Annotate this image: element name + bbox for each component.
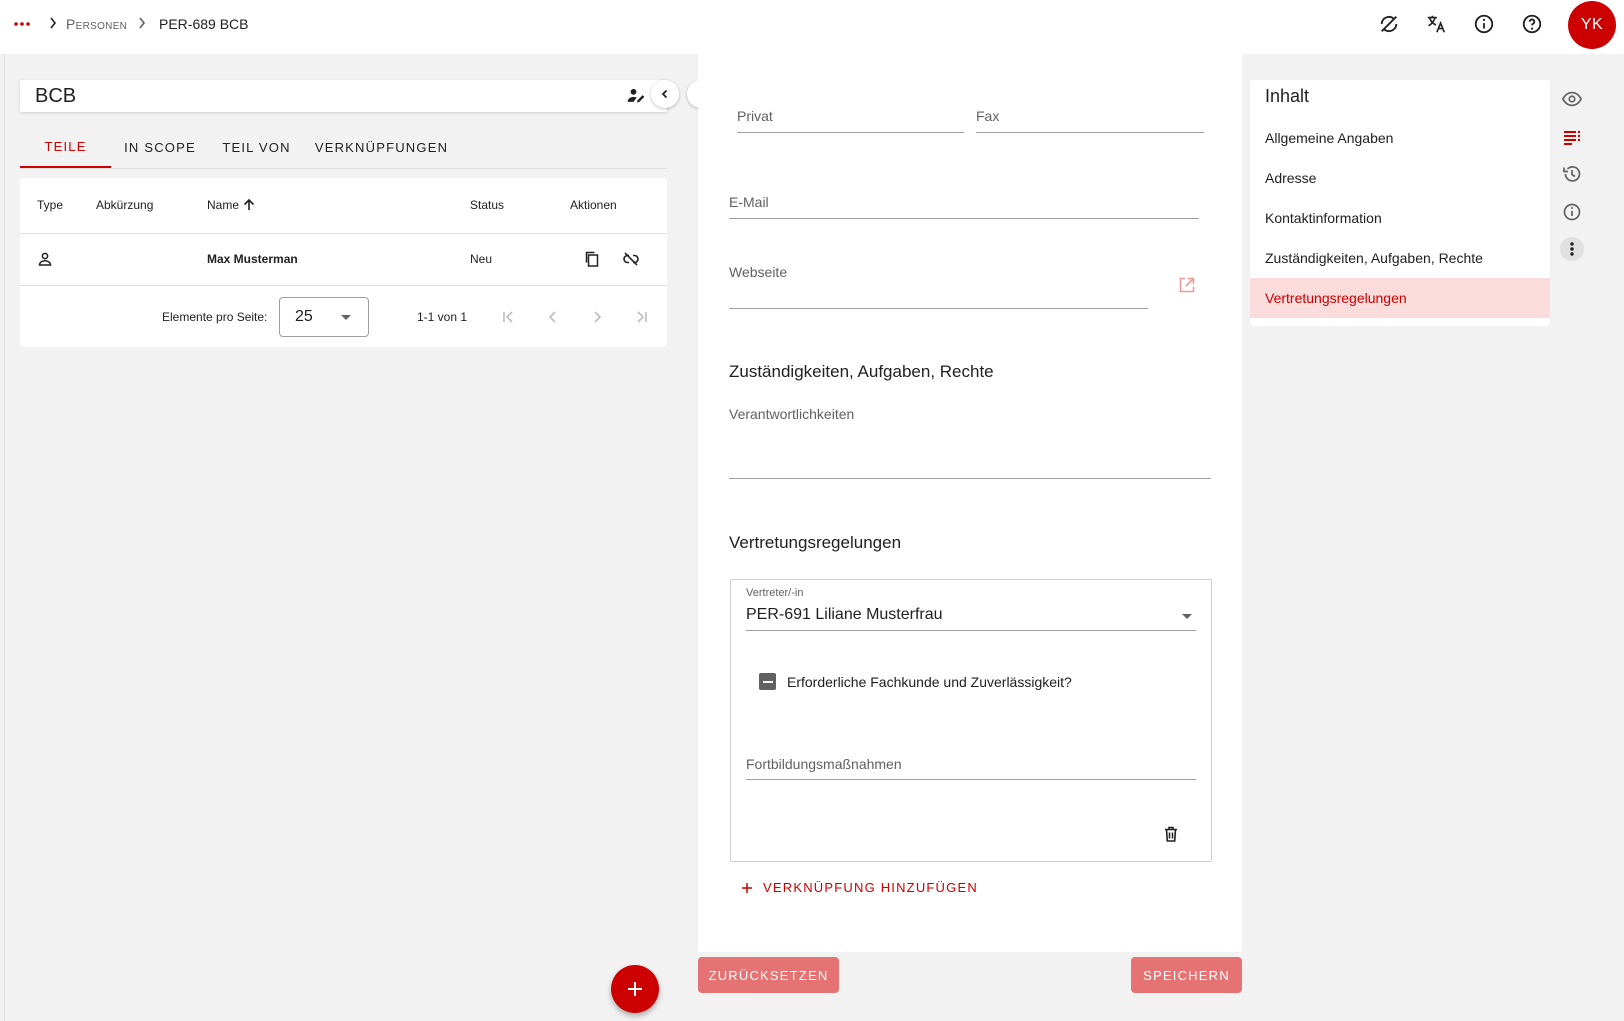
open-in-new-icon[interactable] — [1178, 276, 1196, 294]
add-link-label: VERKNÜPFUNG HINZUFÜGEN — [763, 880, 978, 895]
plus-icon — [742, 882, 752, 893]
last-page-icon[interactable] — [633, 309, 649, 325]
toc-item-general[interactable]: Allgemeine Angaben — [1250, 118, 1550, 158]
section-title-representation: Vertretungsregelungen — [729, 533, 902, 552]
object-title: BCB — [35, 85, 77, 107]
indeterminate-checkbox[interactable] — [759, 673, 776, 690]
object-title-card: BCB — [20, 80, 667, 112]
tabs-divider — [20, 168, 667, 169]
trash-icon[interactable] — [1162, 825, 1180, 843]
tab-teile[interactable]: TEILE — [20, 126, 111, 168]
translate-icon[interactable] — [1423, 11, 1449, 37]
toc-item-representation[interactable]: Vertretungsregelungen — [1250, 278, 1550, 318]
representative-label: Vertreter/-in — [746, 587, 804, 599]
checkbox-dash — [762, 680, 773, 683]
collapse-left-button[interactable] — [651, 80, 679, 108]
training-input[interactable] — [746, 779, 1196, 780]
training-label: Fortbildungsmaßnahmen — [746, 756, 902, 772]
copy-icon[interactable] — [583, 250, 601, 268]
dropdown-arrow-icon — [340, 314, 352, 321]
cell-status: Neu — [470, 252, 493, 266]
parts-table: Type Abkürzung Name Status Aktionen Max … — [20, 178, 667, 347]
person-icon — [37, 251, 53, 267]
row-divider — [20, 285, 667, 286]
column-header-type[interactable]: Type — [37, 198, 63, 212]
chevron-right-icon — [138, 17, 146, 29]
column-header-status[interactable]: Status — [470, 198, 504, 212]
history-icon[interactable] — [1560, 162, 1584, 186]
representative-value: PER-691 Liliane Musterfrau — [746, 606, 943, 623]
content-navigation: Inhalt Allgemeine Angaben Adresse Kontak… — [1250, 80, 1550, 326]
responsibilities-input[interactable] — [729, 478, 1211, 479]
toc-item-responsibilities[interactable]: Zuständigkeiten, Aufgaben, Rechte — [1250, 238, 1550, 278]
add-link-button[interactable]: VERKNÜPFUNG HINZUFÜGEN — [741, 880, 978, 895]
toc-item-address[interactable]: Adresse — [1250, 158, 1550, 198]
tab-in-scope[interactable]: IN SCOPE — [111, 126, 209, 168]
more-dots-icon[interactable] — [12, 14, 32, 34]
per-page-label: Elemente pro Seite: — [162, 310, 268, 324]
breadcrumb-current: PER-689 BCB — [159, 16, 249, 32]
sync-disabled-icon[interactable] — [1376, 11, 1402, 37]
column-header-name[interactable]: Name — [207, 198, 256, 212]
left-edge-divider — [4, 54, 5, 1021]
column-header-name-label: Name — [207, 198, 240, 212]
help-icon[interactable] — [1519, 11, 1545, 37]
representation-entry: Vertreter/-in PER-691 Liliane Musterfrau… — [730, 579, 1212, 862]
toc-item-contact[interactable]: Kontaktinformation — [1250, 198, 1550, 238]
more-vertical-icon[interactable] — [1560, 237, 1584, 261]
checkbox-label: Erforderliche Fachkunde und Zuverlässigk… — [787, 674, 1072, 690]
chevron-left-icon — [661, 89, 668, 99]
cell-name: Max Musterman — [207, 252, 298, 266]
unlink-icon[interactable] — [622, 250, 640, 268]
tab-teil-von[interactable]: TEIL VON — [209, 126, 304, 168]
reset-button[interactable]: ZURÜCKSETZEN — [698, 957, 839, 993]
table-row[interactable]: Max Musterman Neu — [20, 234, 667, 285]
responsibilities-label: Verantwortlichkeiten — [729, 406, 855, 422]
chevron-right-icon — [49, 17, 57, 29]
column-header-abbreviation[interactable]: Abkürzung — [96, 198, 153, 212]
privat-input[interactable] — [737, 132, 964, 133]
dropdown-arrow-icon[interactable] — [1181, 613, 1193, 620]
toc-title: Inhalt — [1265, 86, 1310, 106]
per-page-select[interactable]: 25 — [279, 297, 369, 337]
fax-input[interactable] — [976, 132, 1204, 133]
fax-label: Fax — [976, 108, 1000, 124]
save-button[interactable]: SPEICHERN — [1131, 957, 1242, 993]
info-icon[interactable] — [1471, 11, 1497, 37]
avatar[interactable]: YK — [1568, 1, 1616, 49]
arrow-up-icon — [243, 198, 255, 210]
website-input[interactable] — [729, 308, 1148, 309]
per-page-value: 25 — [295, 308, 313, 325]
next-page-icon[interactable] — [589, 309, 605, 325]
edit-person-icon[interactable] — [626, 86, 646, 106]
plus-icon — [628, 982, 642, 996]
email-input[interactable] — [729, 218, 1199, 219]
add-fab-button[interactable] — [611, 965, 659, 1013]
pagination-range: 1-1 von 1 — [417, 310, 468, 324]
website-label: Webseite — [729, 264, 788, 280]
section-title-responsibilities: Zuständigkeiten, Aufgaben, Rechte — [729, 362, 994, 381]
toc-list-icon[interactable] — [1560, 125, 1584, 149]
breadcrumb-personen[interactable]: Personen — [66, 16, 127, 32]
info-icon[interactable] — [1560, 200, 1584, 224]
column-header-actions: Aktionen — [570, 198, 617, 212]
representative-select[interactable] — [746, 630, 1196, 631]
previous-page-icon[interactable] — [545, 309, 561, 325]
email-label: E-Mail — [729, 194, 769, 210]
privat-label: Privat — [737, 108, 773, 124]
tab-verknuepfungen[interactable]: VERKNÜPFUNGEN — [304, 126, 459, 168]
eye-icon[interactable] — [1560, 87, 1584, 111]
top-bar: Personen PER-689 BCB YK — [0, 0, 1624, 54]
first-page-icon[interactable] — [501, 309, 517, 325]
